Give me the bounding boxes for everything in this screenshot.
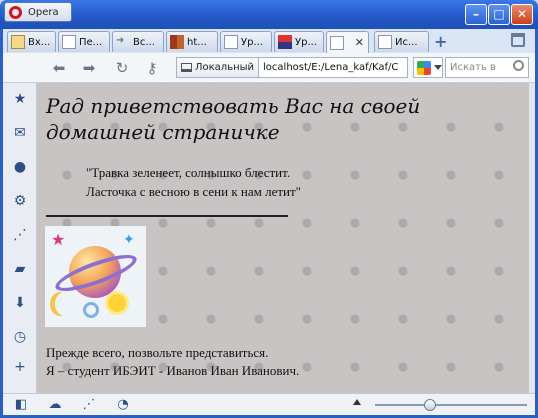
intro-line: Прежде всего, позвольте представиться.: [46, 345, 269, 360]
close-window-button[interactable]: ✕: [511, 4, 533, 25]
page-tab-icon: [378, 35, 392, 49]
security-badge-label: Локальный: [195, 62, 255, 73]
mail-icon[interactable]: ✉: [12, 125, 28, 141]
site-tab-icon: [170, 35, 184, 49]
history-icon[interactable]: ◷: [12, 329, 28, 345]
opera-menu-button[interactable]: Opera: [4, 2, 72, 22]
horizontal-rule: [46, 215, 288, 217]
reload-icon[interactable]: ↻: [113, 59, 131, 77]
star-decoration-icon: ★: [51, 230, 66, 249]
page-tab-icon: [330, 35, 344, 50]
poem-line: "Травка зеленеет, солнышко блестит.: [86, 165, 291, 180]
page-tab-icon: [62, 35, 76, 49]
tab-label: Ис...: [395, 36, 418, 48]
moon-icon: [55, 292, 75, 316]
vertical-scrollbar[interactable]: [529, 83, 535, 393]
navigation-bar: ⬅ ➡ ↻ ⚷ Локальный localhost/E:/Lena_kaf/…: [3, 53, 535, 83]
intro-line: Я – студент ИБЭИТ - Иванов Иван Иванович…: [46, 363, 300, 378]
search-icon[interactable]: [513, 60, 524, 71]
monitor-icon: [181, 63, 192, 72]
panel-toggle-icon[interactable]: ◧: [13, 397, 29, 413]
forward-icon[interactable]: ➡: [80, 59, 98, 77]
tab-inbox[interactable]: Вх...: [7, 31, 56, 52]
maximize-button[interactable]: □: [488, 4, 510, 25]
security-badge[interactable]: Локальный: [177, 58, 260, 77]
back-icon[interactable]: ⬅: [50, 59, 68, 77]
tab-label: Ур...: [295, 36, 317, 48]
tab-label: Вс...: [133, 36, 155, 48]
note-icon[interactable]: ▰: [12, 261, 28, 277]
tab-page-5[interactable]: Ур...: [220, 31, 272, 52]
tab-page-4[interactable]: ht...: [166, 31, 218, 52]
key-icon[interactable]: ⚷: [143, 59, 161, 77]
status-bar: ◧ ☁ ⋰ ◔: [3, 393, 535, 415]
tab-strip: Вх... Пе... ➜ Вс... ht... Ур... Ур... ✕: [3, 29, 535, 53]
search-engine-selector[interactable]: [413, 57, 443, 78]
tab-page-2[interactable]: Пе...: [58, 31, 110, 52]
sun-icon: [108, 294, 126, 312]
tab-page-3[interactable]: ➜ Вс...: [112, 31, 164, 52]
gear-icon[interactable]: ⚙: [12, 193, 28, 209]
download-icon[interactable]: ⬇: [12, 295, 28, 311]
browser-window: Opera – □ ✕ Вх... Пе... ➜ Вс... ht... Ур…: [0, 0, 538, 418]
zoom-slider-thumb[interactable]: [424, 399, 436, 411]
poem: "Травка зеленеет, солнышко блестит. Ласт…: [86, 163, 301, 201]
web-page: Рад приветствовать Вас на своей домашней…: [37, 83, 529, 393]
speed-icon[interactable]: ◔: [115, 397, 131, 413]
opera-menu-label: Opera: [28, 6, 59, 18]
title-bar: Opera – □ ✕: [0, 0, 538, 29]
new-tab-icon[interactable]: +: [434, 32, 447, 51]
plus-icon[interactable]: +: [12, 359, 28, 375]
poem-line: Ласточка с весною в сени к нам летит": [86, 184, 301, 199]
trash-icon[interactable]: [511, 33, 525, 47]
tab-label: ht...: [187, 36, 207, 48]
arrow-tab-icon: ➜: [116, 35, 125, 46]
tab-page-6[interactable]: Ур...: [274, 31, 324, 52]
url-text[interactable]: localhost/E:/Lena_kaf/Kaf/C: [259, 62, 398, 73]
intro-text: Прежде всего, позвольте представиться. Я…: [46, 344, 299, 380]
search-placeholder: Искать в: [450, 62, 496, 73]
site-logo-tab-icon: [278, 35, 292, 49]
chevron-down-icon: [434, 65, 442, 70]
tab-label: Пе...: [79, 36, 103, 48]
zoom-slider[interactable]: [375, 399, 527, 411]
page-tab-icon: [224, 35, 238, 49]
opera-logo-icon: [9, 5, 22, 19]
minimize-button[interactable]: –: [465, 4, 487, 25]
star-decoration-icon: ✦: [123, 232, 135, 248]
address-field[interactable]: Локальный localhost/E:/Lena_kaf/Kaf/C: [176, 57, 408, 78]
share-icon[interactable]: ⋰: [12, 227, 28, 243]
search-input[interactable]: Искать в: [445, 57, 529, 78]
page-greeting: Рад приветствовать Вас на своей домашней…: [46, 94, 421, 144]
mail-tab-icon: [11, 35, 25, 49]
tab-page-8[interactable]: Ис...: [374, 31, 429, 52]
cloud-icon[interactable]: ☁: [47, 397, 63, 413]
tab-label: Вх...: [28, 36, 51, 48]
contact-icon[interactable]: ●: [12, 159, 28, 175]
tab-label: Ур...: [241, 36, 263, 48]
tab-active[interactable]: ✕: [326, 31, 369, 53]
side-panel: ★ ✉ ● ⚙ ⋰ ▰ ⬇ ◷ +: [3, 83, 37, 393]
unite-icon[interactable]: ⋰: [81, 397, 97, 413]
zoom-toggle-icon[interactable]: [353, 399, 361, 405]
planet-image: ★ ✦: [45, 226, 146, 327]
google-icon: [417, 61, 431, 75]
circle-decoration-icon: [83, 302, 99, 318]
close-tab-icon[interactable]: ✕: [355, 36, 364, 49]
star-icon[interactable]: ★: [12, 91, 28, 107]
